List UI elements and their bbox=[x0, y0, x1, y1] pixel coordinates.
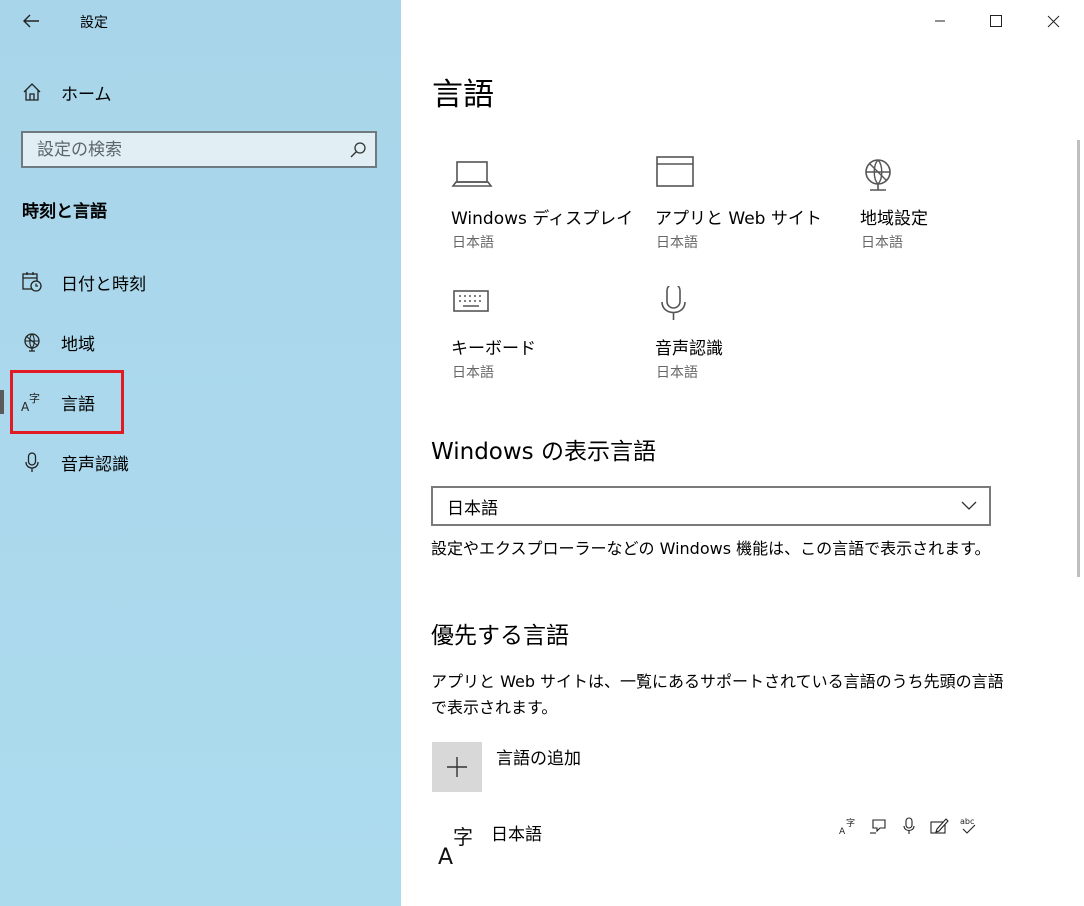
sidebar: 設定 ホーム 時刻と言語 日付と時刻 bbox=[0, 0, 401, 906]
svg-text:字: 字 bbox=[453, 825, 473, 849]
tile-windows-display[interactable]: Windows ディスプレイ 日本語 bbox=[451, 156, 641, 266]
tile-keyboard[interactable]: キーボード 日本語 bbox=[451, 286, 641, 396]
tile-name: アプリと Web サイト bbox=[655, 209, 822, 229]
language-list-item[interactable]: A 字 日本語 A 字 abc bbox=[431, 812, 991, 872]
svg-text:字: 字 bbox=[29, 391, 40, 405]
add-language-label[interactable]: 言語の追加 bbox=[496, 744, 581, 769]
search-icon[interactable] bbox=[341, 141, 375, 159]
display-language-feature-icon: A 字 bbox=[837, 814, 861, 838]
maximize-button[interactable] bbox=[968, 0, 1024, 42]
tile-subtitle: 日本語 bbox=[656, 235, 698, 251]
globe-icon bbox=[20, 330, 44, 354]
microphone-icon bbox=[20, 450, 44, 474]
tile-speech[interactable]: 音声認識 日本語 bbox=[655, 286, 845, 396]
home-icon bbox=[20, 80, 44, 104]
keyboard-icon bbox=[453, 290, 489, 312]
svg-text:A: A bbox=[438, 845, 453, 866]
scrollbar[interactable] bbox=[1077, 140, 1080, 577]
sidebar-item-label: ホーム bbox=[61, 84, 112, 105]
sidebar-item-label: 日付と時刻 bbox=[61, 274, 146, 295]
section-title: 時刻と言語 bbox=[22, 202, 107, 222]
language-feature-icons: A 字 abc bbox=[837, 814, 981, 838]
display-language-description: 設定やエクスプローラーなどの Windows 機能は、この言語で表示されます。 bbox=[431, 539, 991, 558]
speech-feature-icon bbox=[897, 814, 921, 838]
sidebar-item-home[interactable]: ホーム bbox=[0, 68, 401, 116]
close-button[interactable] bbox=[1025, 0, 1081, 42]
page-title: 言語 bbox=[432, 77, 494, 113]
plus-icon bbox=[447, 757, 467, 777]
chevron-down-icon bbox=[961, 501, 977, 510]
tile-subtitle: 日本語 bbox=[452, 235, 494, 251]
text-to-speech-feature-icon bbox=[867, 814, 891, 838]
browser-window-icon bbox=[656, 156, 694, 187]
sidebar-item-speech[interactable]: 音声認識 bbox=[0, 438, 401, 486]
add-language-button[interactable] bbox=[432, 742, 482, 792]
display-language-dropdown[interactable]: 日本語 bbox=[431, 486, 991, 526]
sidebar-item-label: 地域 bbox=[61, 334, 95, 355]
maximize-icon bbox=[990, 15, 1002, 27]
tile-name: 音声認識 bbox=[655, 339, 723, 359]
sidebar-item-date-time[interactable]: 日付と時刻 bbox=[0, 258, 401, 306]
language-name: 日本語 bbox=[491, 825, 542, 845]
tile-regional-settings[interactable]: 地域設定 日本語 bbox=[860, 156, 1050, 266]
language-icon: A 字 bbox=[438, 825, 473, 866]
search-input[interactable] bbox=[23, 133, 341, 166]
handwriting-feature-icon bbox=[927, 814, 951, 838]
tile-subtitle: 日本語 bbox=[452, 365, 494, 381]
microphone-icon bbox=[661, 286, 686, 320]
sidebar-item-label: 言語 bbox=[61, 394, 95, 415]
tile-subtitle: 日本語 bbox=[656, 365, 698, 381]
tile-name: Windows ディスプレイ bbox=[451, 209, 634, 229]
svg-text:A: A bbox=[839, 827, 846, 836]
search-box[interactable] bbox=[21, 131, 377, 168]
tile-apps-websites[interactable]: アプリと Web サイト 日本語 bbox=[655, 156, 845, 266]
tile-name: 地域設定 bbox=[860, 209, 928, 229]
back-button[interactable] bbox=[14, 6, 48, 36]
svg-text:字: 字 bbox=[846, 817, 855, 829]
display-language-heading: Windows の表示言語 bbox=[431, 439, 656, 465]
preferred-description-line1: アプリと Web サイトは、一覧にあるサポートされている言語のうち先頭の言語 bbox=[431, 672, 1004, 691]
preferred-description-line2: で表示されます。 bbox=[431, 698, 558, 717]
globe-icon bbox=[865, 159, 891, 191]
back-arrow-icon bbox=[23, 14, 39, 28]
minimize-icon bbox=[935, 20, 945, 22]
language-icon: A 字 bbox=[20, 390, 44, 414]
sidebar-item-region[interactable]: 地域 bbox=[0, 318, 401, 366]
laptop-icon bbox=[451, 161, 493, 187]
minimize-button[interactable] bbox=[912, 0, 968, 42]
tile-name: キーボード bbox=[451, 339, 536, 359]
sidebar-item-label: 音声認識 bbox=[61, 454, 129, 475]
close-icon bbox=[1047, 15, 1059, 27]
sidebar-item-language[interactable]: A 字 言語 bbox=[0, 378, 401, 426]
app-title: 設定 bbox=[80, 15, 108, 31]
calendar-clock-icon bbox=[20, 270, 44, 294]
preferred-languages-heading: 優先する言語 bbox=[431, 623, 569, 649]
spellcheck-feature-icon: abc bbox=[957, 814, 981, 838]
svg-text:abc: abc bbox=[960, 817, 974, 826]
tile-subtitle: 日本語 bbox=[861, 235, 903, 251]
dropdown-value: 日本語 bbox=[447, 498, 498, 519]
